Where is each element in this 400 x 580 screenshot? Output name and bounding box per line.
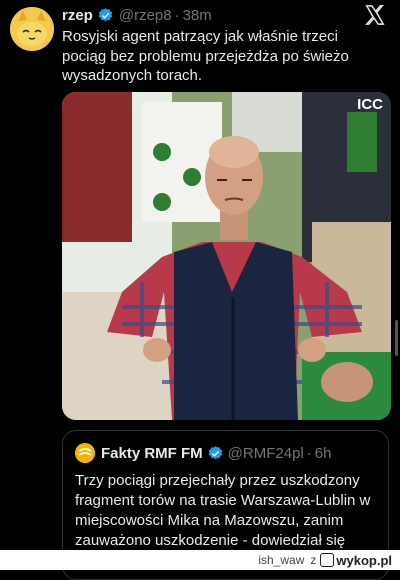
tweet-header: rzep @rzep8 · 38m [62,4,400,26]
verified-badge-icon [208,445,222,459]
wykop-logo[interactable]: wykop.pl [320,553,392,568]
separator-dot: · [174,6,180,24]
tweet-text: Rosyjski agent patrzący jak właśnie trze… [62,28,349,84]
wykop-logo-icon [320,553,335,567]
footer-watermark: ish_waw z wykop.pl [0,550,400,570]
footer-author[interactable]: ish_waw [258,553,304,567]
author-name[interactable]: rzep [62,7,93,24]
quote-author-handle[interactable]: @RMF24pl [228,445,304,462]
author-handle[interactable]: @rzep8 [119,7,172,24]
separator-dot: · [306,444,312,462]
tweet-image[interactable]: ICC [62,92,391,420]
icc-watermark: ICC [357,96,383,113]
verified-badge-icon [98,7,113,21]
quote-time[interactable]: 6h [315,445,332,462]
close-x-icon[interactable] [364,4,386,26]
cat-avatar-icon [10,7,54,51]
quote-author-name[interactable]: Fakty RMF FM [101,445,203,462]
quote-text: Trzy pociągi przejechały przez uszkodzon… [75,472,371,549]
avatar[interactable] [10,7,54,51]
photo-man-hands-on-hips [62,92,391,420]
footer-joiner: z [310,553,317,567]
wykop-site-label: wykop.pl [336,552,392,568]
rmf-logo-icon [75,443,95,463]
tweet-time[interactable]: 38m [183,7,212,24]
scrollbar[interactable] [395,320,398,356]
quote-header: Fakty RMF FM @RMF24pl · 6h [75,443,331,463]
quote-avatar[interactable] [75,443,95,463]
